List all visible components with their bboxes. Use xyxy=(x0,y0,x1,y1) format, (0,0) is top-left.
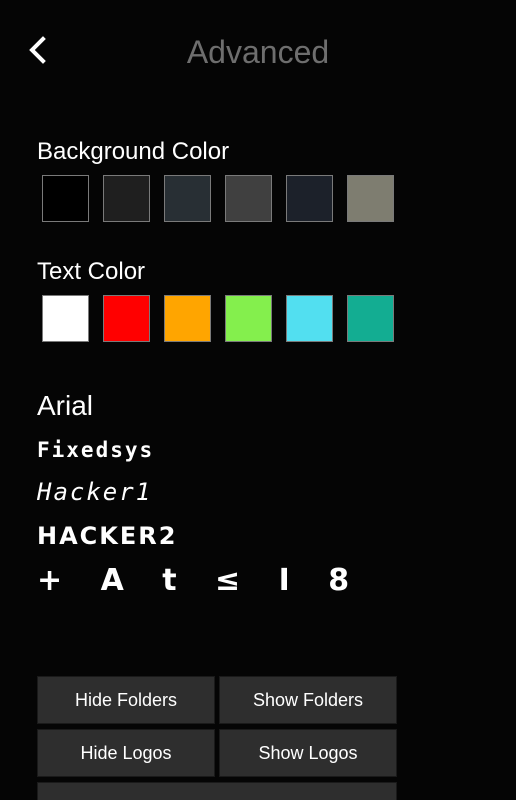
font-option-fixedsys[interactable]: Fixedsys xyxy=(37,438,154,462)
font-option-glyphs[interactable]: + A t ≤ I 8 xyxy=(37,563,363,598)
text-color-swatches xyxy=(42,295,394,342)
bg-swatch-2[interactable] xyxy=(103,175,150,222)
font-option-arial[interactable]: Arial xyxy=(37,390,93,422)
page-title: Advanced xyxy=(186,34,330,70)
bg-swatch-6[interactable] xyxy=(347,175,394,222)
bg-swatch-3[interactable] xyxy=(164,175,211,222)
text-swatch-4[interactable] xyxy=(225,295,272,342)
font-option-hacker2[interactable]: HACKER2 xyxy=(37,522,177,550)
bg-swatch-1[interactable] xyxy=(42,175,89,222)
show-logos-button[interactable]: Show Logos xyxy=(219,729,397,777)
partially-visible-button[interactable] xyxy=(37,782,397,800)
text-swatch-1[interactable] xyxy=(42,295,89,342)
background-color-swatches xyxy=(42,175,394,222)
text-swatch-2[interactable] xyxy=(103,295,150,342)
hide-logos-button[interactable]: Hide Logos xyxy=(37,729,215,777)
text-swatch-3[interactable] xyxy=(164,295,211,342)
bg-swatch-4[interactable] xyxy=(225,175,272,222)
header: Advanced xyxy=(0,0,516,100)
show-folders-button[interactable]: Show Folders xyxy=(219,676,397,724)
text-swatch-5[interactable] xyxy=(286,295,333,342)
hide-folders-button[interactable]: Hide Folders xyxy=(37,676,215,724)
text-swatch-6[interactable] xyxy=(347,295,394,342)
advanced-settings-page: Advanced Background Color Text Color Ari… xyxy=(0,0,516,800)
font-option-hacker1[interactable]: Hacker1 xyxy=(37,478,152,506)
text-color-label: Text Color xyxy=(37,258,146,285)
bg-swatch-5[interactable] xyxy=(286,175,333,222)
background-color-label: Background Color xyxy=(37,138,230,165)
